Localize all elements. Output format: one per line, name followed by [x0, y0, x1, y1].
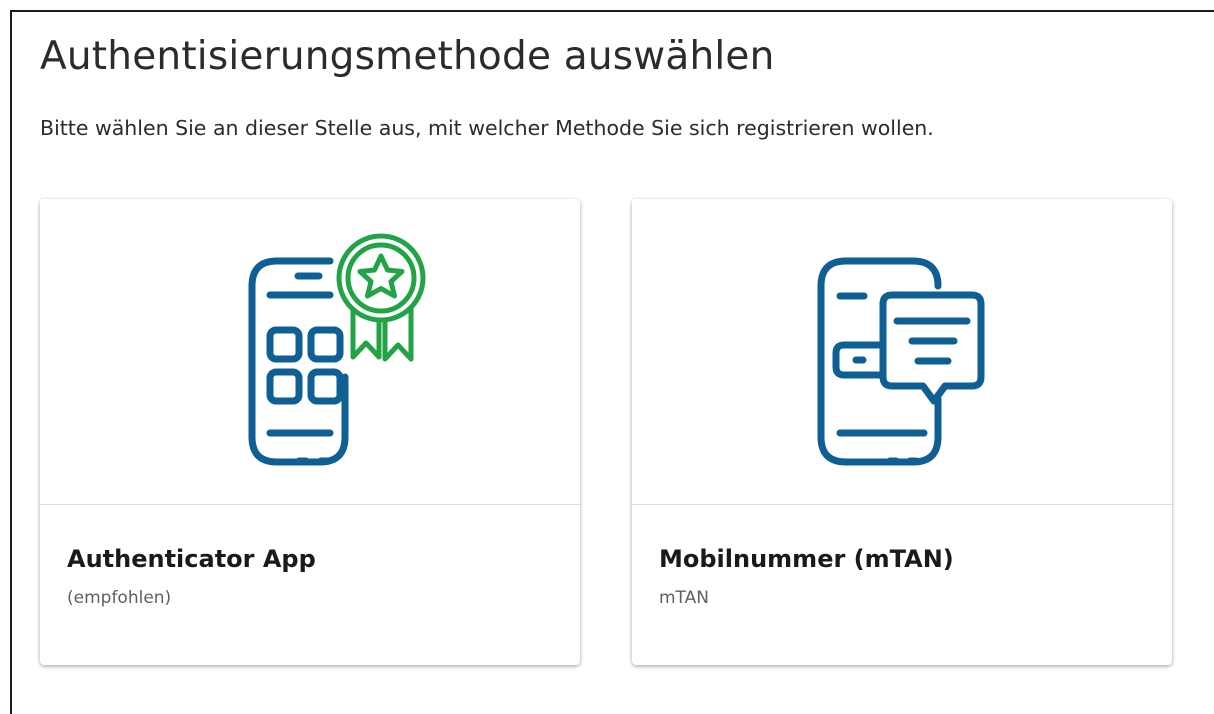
card-media — [632, 199, 1172, 505]
method-card-authenticator-app[interactable]: Authenticator App (empfohlen) — [40, 199, 580, 665]
method-card-mobile-number-mtan[interactable]: Mobilnummer (mTAN) mTAN — [632, 199, 1172, 665]
card-subtitle: (empfohlen) — [67, 588, 172, 608]
phone-with-award-badge-icon — [248, 233, 426, 466]
card-subtitle: mTAN — [659, 588, 709, 608]
page-title: Authentisierungsmethode auswählen — [40, 34, 775, 79]
card-media — [40, 199, 580, 505]
card-title: Mobilnummer (mTAN) — [659, 545, 954, 573]
card-title: Authenticator App — [67, 545, 316, 573]
page-intro-text: Bitte wählen Sie an dieser Stelle aus, m… — [40, 116, 934, 140]
phone-with-message-icon — [817, 257, 985, 466]
